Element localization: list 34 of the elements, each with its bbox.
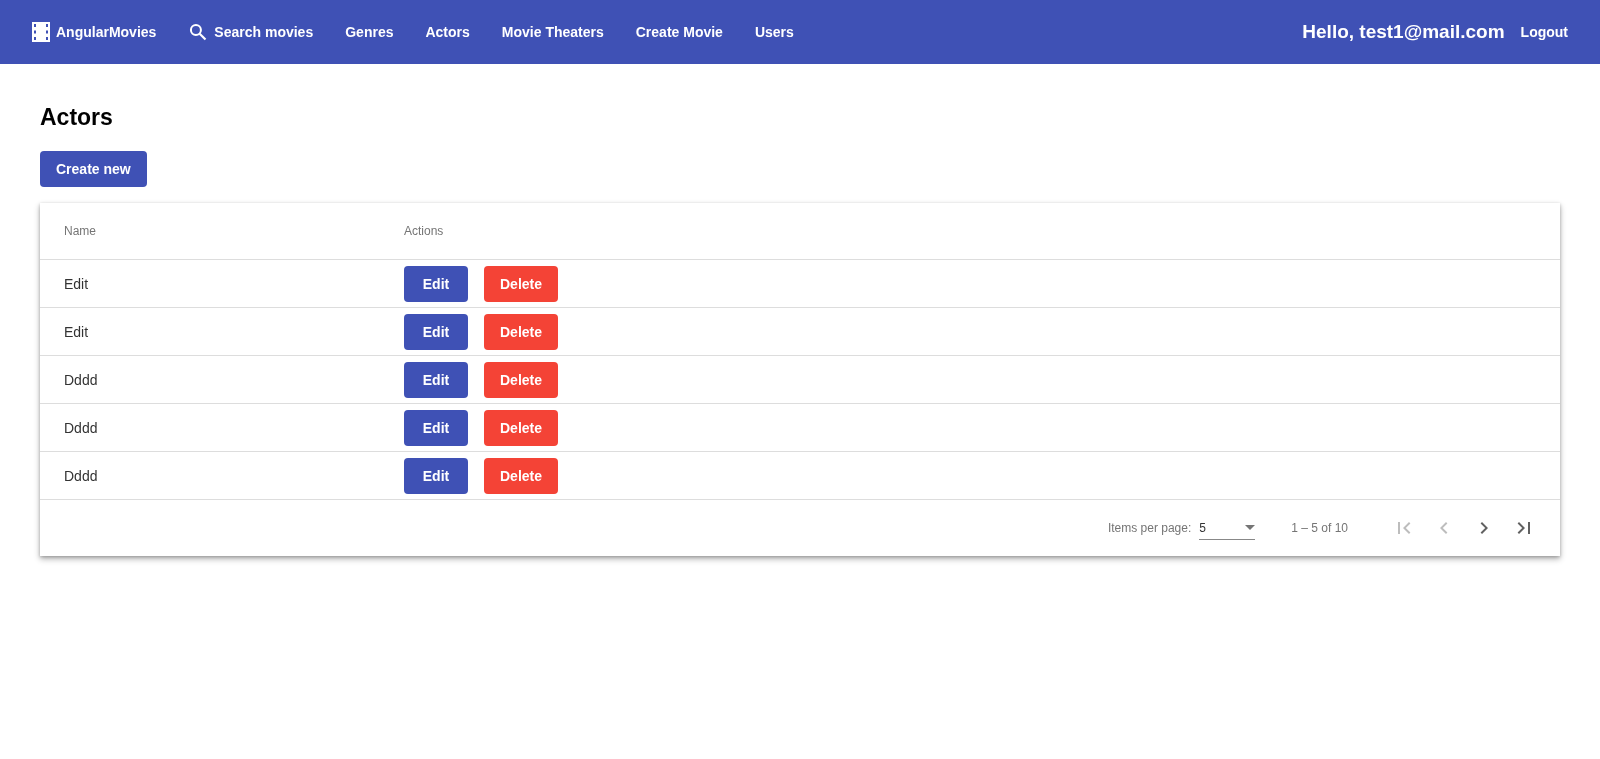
create-new-button[interactable]: Create new xyxy=(40,151,147,187)
search-icon xyxy=(188,22,209,42)
name-cell-text: Dddd xyxy=(64,467,99,484)
nav-link[interactable]: Users xyxy=(754,24,794,40)
edit-button[interactable]: Edit xyxy=(404,457,468,494)
edit-button[interactable]: Edit xyxy=(404,265,468,302)
delete-button[interactable]: Delete xyxy=(484,313,559,350)
delete-button[interactable]: Delete xyxy=(484,361,559,398)
name-cell-text: Dddd xyxy=(64,419,99,436)
edit-button[interactable]: Edit xyxy=(404,361,468,398)
search-link[interactable]: Search movies xyxy=(188,22,314,42)
edit-button[interactable]: Edit xyxy=(404,313,468,350)
page-title: Actors xyxy=(40,104,114,131)
page-range: 1 – 5 of 10 xyxy=(1291,521,1348,535)
film-icon xyxy=(32,22,50,42)
edit-button[interactable]: Edit xyxy=(404,409,468,446)
logout-link[interactable]: Logout xyxy=(1520,24,1568,40)
nav-link[interactable]: Actors xyxy=(425,24,470,40)
brand-link[interactable]: AngularMovies xyxy=(32,22,157,42)
page-size-select[interactable]: 5 xyxy=(1199,516,1256,540)
nav-link[interactable]: Create Movie xyxy=(635,24,723,40)
dropdown-caret-icon xyxy=(1245,525,1256,530)
delete-button[interactable]: Delete xyxy=(484,409,559,446)
name-cell-text: Edit xyxy=(64,323,90,340)
delete-button[interactable]: Delete xyxy=(484,265,559,302)
column-header: Actions xyxy=(404,224,445,238)
user-greeting: Hello, test1@mail.com xyxy=(1302,21,1505,43)
items-per-page-label: Items per page: xyxy=(1107,521,1192,535)
name-cell-text: Dddd xyxy=(64,371,99,388)
column-header: Name xyxy=(64,224,97,238)
delete-button[interactable]: Delete xyxy=(484,457,559,494)
nav-link[interactable]: Movie Theaters xyxy=(501,24,604,40)
nav-link[interactable]: Genres xyxy=(345,24,394,40)
name-cell-text: Edit xyxy=(64,275,90,292)
